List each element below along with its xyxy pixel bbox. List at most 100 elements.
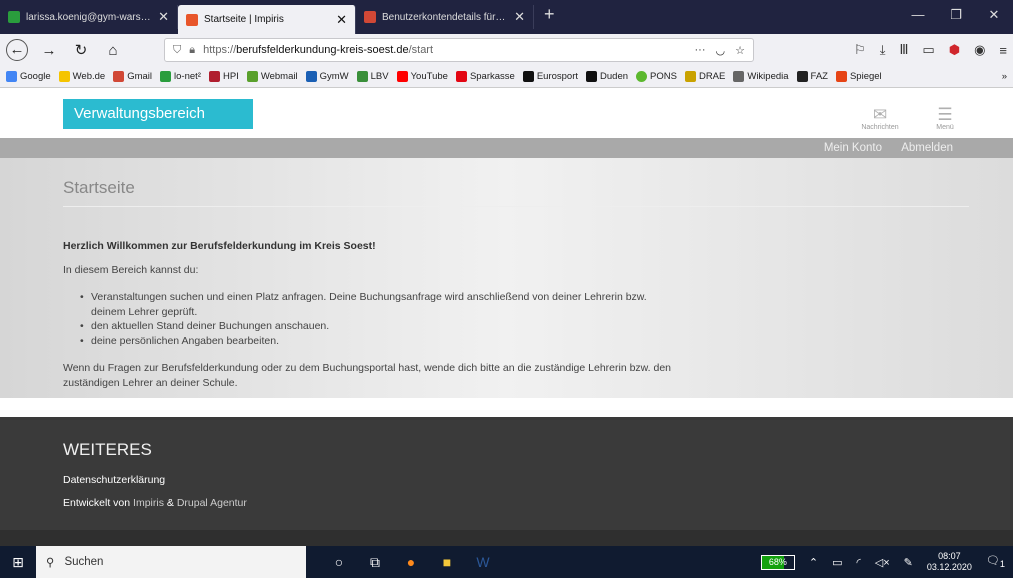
- show-hidden-icons-icon[interactable]: ⌃: [809, 556, 818, 569]
- back-icon[interactable]: ←: [6, 39, 28, 61]
- bookmark-gymw[interactable]: GymW: [305, 71, 349, 82]
- close-tab-icon[interactable]: ✕: [158, 9, 169, 25]
- word-icon[interactable]: W: [474, 553, 492, 571]
- clock-time: 08:07: [938, 551, 961, 561]
- privacy-link[interactable]: Datenschutzerklärung: [63, 474, 165, 486]
- menu-button[interactable]: ☰ Menü: [925, 105, 965, 132]
- system-tray: 68% ⌃ ▭ ◜ ◁× ✎ 08:07 03.12.2020 🗨︎1: [760, 551, 1013, 573]
- main-content: Startseite Herzlich Willkommen zur Beruf…: [0, 158, 1013, 398]
- hpi-icon: [208, 71, 220, 82]
- bookmark-youtube[interactable]: YouTube: [396, 71, 448, 82]
- bookmark-wikipedia[interactable]: Wikipedia: [733, 71, 789, 82]
- youtube-icon: [396, 71, 408, 82]
- google-icon: [6, 71, 17, 82]
- page-title: Startseite: [63, 178, 135, 197]
- impiris-link[interactable]: Impiris: [133, 497, 164, 509]
- display-icon[interactable]: ▭: [832, 556, 842, 569]
- page-actions-icon[interactable]: ···: [695, 44, 706, 57]
- lock-icon[interactable]: 🔒︎: [189, 44, 195, 57]
- adblock-icon[interactable]: ⬢: [949, 42, 960, 58]
- bookmark-eurosport[interactable]: Eurosport: [522, 71, 578, 82]
- bookmark-pons[interactable]: PONS: [636, 71, 677, 82]
- bookmark-lonet[interactable]: lo-net²: [160, 71, 201, 82]
- admin-area-button[interactable]: Verwaltungsbereich: [63, 99, 253, 129]
- site-header: Verwaltungsbereich ✉ Nachrichten ☰ Menü: [0, 88, 1013, 138]
- bookmark-webde[interactable]: Web.de: [58, 71, 105, 82]
- hamburger-icon: ☰: [937, 105, 953, 124]
- footer-heading: WEITERES: [63, 440, 152, 459]
- bookmark-gmail[interactable]: Gmail: [113, 71, 152, 82]
- library-icon[interactable]: Ⅲ: [899, 42, 908, 58]
- pocket-icon[interactable]: ◡: [716, 44, 726, 57]
- logout-link[interactable]: Abmelden: [901, 142, 953, 154]
- duden-icon: [586, 71, 598, 82]
- help-text: Wenn du Fragen zur Berufsfelderkundung o…: [63, 362, 672, 389]
- clock[interactable]: 08:07 03.12.2020: [927, 551, 972, 573]
- shield-icon[interactable]: ⛉: [173, 44, 181, 57]
- sidebar-icon[interactable]: ▭: [922, 42, 934, 58]
- gmail-icon: [113, 71, 125, 82]
- windows-start-icon[interactable]: ⊞: [0, 554, 36, 571]
- bookmark-sparkasse[interactable]: Sparkasse: [455, 71, 515, 82]
- notification-center-icon[interactable]: 🗨︎1: [986, 554, 1005, 569]
- bookmark-star-icon[interactable]: ☆: [735, 44, 745, 57]
- faz-icon: [796, 71, 808, 82]
- battery-indicator[interactable]: 68%: [760, 554, 795, 570]
- spacer: [0, 398, 1013, 417]
- envelope-icon: ✉: [872, 105, 888, 124]
- bookmark-duden[interactable]: Duden: [586, 71, 628, 82]
- pons-icon: [636, 71, 648, 82]
- file-explorer-icon[interactable]: ■: [438, 553, 456, 571]
- tab-gmail[interactable]: Benutzerkontendetails für lariss ✕: [356, 5, 534, 29]
- bookmark-google[interactable]: Google: [6, 71, 51, 82]
- bookmarks-overflow-icon[interactable]: »: [1002, 71, 1007, 82]
- account-nav: Mein Konto Abmelden: [0, 138, 1013, 158]
- toolbar-icons: ⚐ ⤓ Ⅲ ▭ ⬢ ◉ ≡: [854, 42, 1007, 58]
- search-icon: ⚲: [46, 557, 55, 569]
- my-account-link[interactable]: Mein Konto: [824, 142, 882, 154]
- firefox-icon[interactable]: ●: [402, 553, 420, 571]
- tab-email[interactable]: larissa.koenig@gym-warstein.n ✕: [0, 5, 178, 29]
- hamburger-menu-icon[interactable]: ≡: [999, 43, 1007, 58]
- drupal-agency-link[interactable]: Drupal Agentur: [177, 497, 247, 509]
- title-divider: [63, 206, 969, 207]
- notification-count: 1: [999, 559, 1005, 570]
- close-tab-icon[interactable]: ✕: [336, 12, 347, 28]
- bookmark-spiegel[interactable]: Spiegel: [835, 71, 882, 82]
- messages-button[interactable]: ✉ Nachrichten: [855, 105, 905, 132]
- new-tab-button[interactable]: +: [534, 0, 565, 29]
- forward-icon[interactable]: →: [38, 42, 60, 59]
- bookmark-drae[interactable]: DRAE: [684, 71, 725, 82]
- sparkasse-icon: [455, 71, 467, 82]
- home-icon[interactable]: ⌂: [102, 42, 124, 59]
- close-tab-icon[interactable]: ✕: [514, 9, 525, 25]
- bookmark-lbv[interactable]: LBV: [356, 71, 389, 82]
- minimize-icon[interactable]: —: [899, 0, 937, 30]
- tab-startseite[interactable]: Startseite | Impiris ✕: [178, 5, 356, 34]
- taskbar-search[interactable]: ⚲ Suchen: [36, 546, 306, 578]
- wifi-icon[interactable]: ◜: [857, 556, 861, 569]
- bookmark-faz[interactable]: FAZ: [796, 71, 828, 82]
- task-view-icon[interactable]: ⧉: [366, 553, 384, 571]
- wikipedia-icon: [733, 71, 745, 82]
- pen-icon[interactable]: ✎: [904, 556, 913, 569]
- messages-label: Nachrichten: [861, 124, 899, 131]
- credit-prefix: Entwickelt von: [63, 497, 131, 509]
- account-icon[interactable]: ◉: [974, 42, 985, 58]
- cortana-icon[interactable]: ○: [330, 553, 348, 571]
- url-text: https://berufsfelderkundung-kreis-soest.…: [203, 44, 434, 56]
- restore-icon[interactable]: ❐: [937, 0, 975, 30]
- eurosport-icon: [522, 71, 534, 82]
- bookmark-webmail[interactable]: Webmail: [246, 71, 298, 82]
- tab-title: Benutzerkontendetails für lariss: [382, 11, 509, 23]
- intro-text: In diesem Bereich kannst du:: [63, 264, 199, 276]
- impiris-favicon-icon: [186, 13, 198, 26]
- volume-icon[interactable]: ◁×: [875, 556, 890, 569]
- close-window-icon[interactable]: ✕: [975, 0, 1013, 30]
- reload-icon[interactable]: ↻: [70, 41, 92, 59]
- collections-icon[interactable]: ⚐: [854, 42, 866, 58]
- url-bar[interactable]: ⛉ 🔒︎ https://berufsfelderkundung-kreis-s…: [164, 38, 754, 62]
- bookmark-hpi[interactable]: HPI: [208, 71, 239, 82]
- download-icon[interactable]: ⤓: [880, 42, 886, 58]
- bookmarks-bar: Google Web.de Gmail lo-net² HPI Webmail …: [0, 66, 1013, 88]
